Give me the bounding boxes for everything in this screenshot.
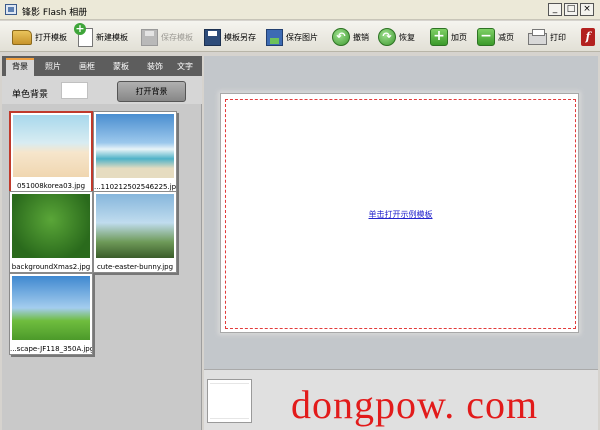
watermark: dongpow. com <box>291 382 539 427</box>
close-button[interactable]: × <box>580 3 594 16</box>
redo-icon: ↷ <box>378 28 396 46</box>
canvas-safe-area: 单击打开示例模板 <box>225 99 576 329</box>
print-label: 打印 <box>550 32 566 42</box>
tab-decoration[interactable]: 装饰 <box>140 58 170 76</box>
open-background-button[interactable]: 打开背景 <box>117 81 186 102</box>
resource-tabs: 背景 照片 画框 蒙板 装饰 文字 <box>2 56 202 76</box>
window-title: 锋影 Flash 相册 <box>22 8 88 18</box>
thumbnail-card[interactable]: ...110212502546225.jpg <box>93 111 177 193</box>
new-template-button[interactable]: 新建模板 <box>74 22 128 49</box>
thumbnail-label: ...110212502546225.jpg <box>94 183 176 191</box>
thumbnail-card[interactable]: 051008korea03.jpg <box>9 111 93 193</box>
album-canvas[interactable]: 单击打开示例模板 <box>220 93 579 333</box>
add-page-button[interactable]: + 加页 <box>430 25 467 49</box>
undo-label: 撤销 <box>353 32 369 42</box>
tab-mask[interactable]: 蒙板 <box>106 58 136 76</box>
save-image-button[interactable]: 保存图片 <box>266 25 318 49</box>
add-page-label: 加页 <box>451 32 467 42</box>
editor-area: 单击打开示例模板 dongpow. com <box>204 56 598 430</box>
template-save-as-button[interactable]: 模板另存 <box>204 25 256 49</box>
redo-button[interactable]: ↷ 恢复 <box>378 25 415 49</box>
minimize-button[interactable]: _ <box>548 3 562 16</box>
thumbnail-label: backgroundXmas2.jpg <box>11 263 91 271</box>
color-picker[interactable] <box>61 82 88 99</box>
app-icon <box>5 4 17 15</box>
open-template-button[interactable]: 打开模板 <box>12 25 67 49</box>
new-template-label: 新建模板 <box>96 32 128 42</box>
open-sample-template-link[interactable]: 单击打开示例模板 <box>226 209 575 220</box>
save-as-icon <box>204 28 221 46</box>
save-image-label: 保存图片 <box>286 32 318 42</box>
thumbnail-card[interactable]: ...scape-JF118_350A.jpg <box>9 273 93 355</box>
thumbnail-image <box>13 115 89 177</box>
new-document-icon <box>74 22 93 47</box>
thumbnail-card[interactable]: backgroundXmas2.jpg <box>9 191 93 273</box>
save-template-button[interactable]: 保存模板 <box>141 25 193 49</box>
tab-text[interactable]: 文字 <box>170 58 200 76</box>
redo-label: 恢复 <box>399 32 415 42</box>
thumbnail-image <box>96 194 174 258</box>
tab-photo[interactable]: 照片 <box>38 58 68 76</box>
background-options: 单色背景 打开背景 <box>2 76 202 104</box>
thumbnail-label: cute-easter-bunny.jpg <box>96 263 174 271</box>
flash-export-button[interactable]: f <box>581 25 595 49</box>
template-save-as-label: 模板另存 <box>224 32 256 42</box>
printer-icon <box>528 29 547 45</box>
title-bar: 锋影 Flash 相册 _ □ × <box>0 0 600 20</box>
plus-icon: + <box>430 28 448 46</box>
folder-icon <box>12 29 32 45</box>
solid-color-label: 单色背景 <box>12 90 49 100</box>
save-template-label: 保存模板 <box>161 32 193 42</box>
thumbnail-label: ...scape-JF118_350A.jpg <box>10 345 92 353</box>
undo-icon: ↶ <box>332 28 350 46</box>
thumbnail-card[interactable]: cute-easter-bunny.jpg <box>93 191 177 273</box>
remove-page-label: 减页 <box>498 32 514 42</box>
print-button[interactable]: 打印 <box>528 25 566 49</box>
page-strip: dongpow. com <box>204 369 598 430</box>
minus-icon: − <box>477 28 495 46</box>
save-icon <box>141 28 158 46</box>
page-thumbnail[interactable] <box>207 379 252 423</box>
thumbnail-label: 051008korea03.jpg <box>16 182 86 190</box>
undo-button[interactable]: ↶ 撤销 <box>332 25 369 49</box>
remove-page-button[interactable]: − 减页 <box>477 25 514 49</box>
save-image-icon <box>266 28 283 46</box>
open-template-label: 打开模板 <box>35 32 67 42</box>
maximize-button[interactable]: □ <box>564 3 578 16</box>
tab-background[interactable]: 背景 <box>6 58 34 76</box>
thumbnail-image <box>12 276 90 340</box>
flash-icon: f <box>581 28 595 46</box>
toolbar: 打开模板 新建模板 保存模板 模板另存 保存图片 ↶ 撤销 ↷ 恢复 + 加页 … <box>0 21 600 52</box>
thumbnail-image <box>12 194 90 258</box>
tab-frame[interactable]: 画框 <box>72 58 102 76</box>
resource-panel: 背景 照片 画框 蒙板 装饰 文字 单色背景 打开背景 051008korea0… <box>2 56 202 430</box>
thumbnail-image <box>96 114 174 178</box>
